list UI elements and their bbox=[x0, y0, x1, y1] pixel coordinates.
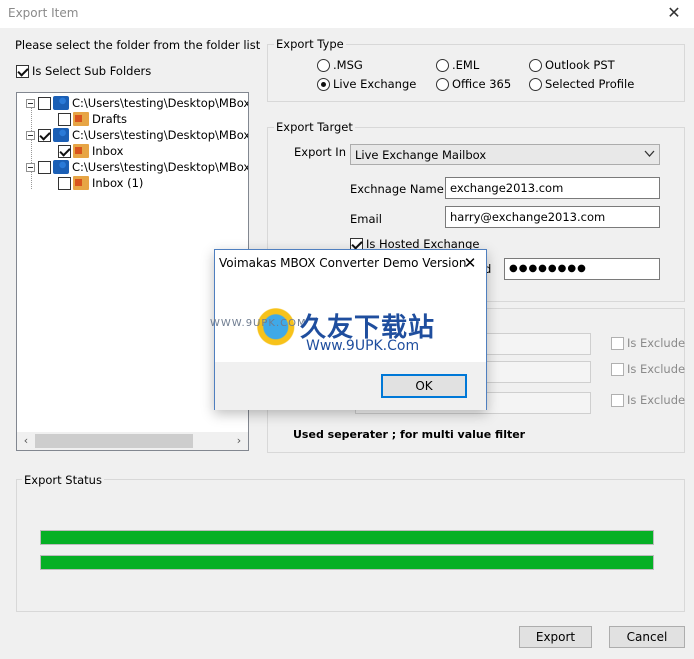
radio-eml-button[interactable] bbox=[436, 58, 449, 72]
export-in-label: Export In bbox=[294, 145, 346, 159]
dialog-footer: OK bbox=[215, 362, 486, 410]
tree-root-2[interactable]: C:\Users\testing\Desktop\MBox Files\ bbox=[26, 127, 249, 143]
watermark-www: WWW.9UPK.COM bbox=[210, 318, 307, 329]
tree-child-2[interactable]: Inbox bbox=[58, 143, 123, 159]
tree-horizontal-scrollbar[interactable]: ‹ › bbox=[17, 432, 248, 450]
title-bar: Export Item ✕ bbox=[0, 0, 694, 28]
export-in-value: Live Exchange Mailbox bbox=[355, 148, 487, 162]
password-field[interactable]: ●●●●●●●● bbox=[504, 258, 660, 280]
tree-checkbox-child-1[interactable] bbox=[58, 112, 71, 126]
email-label: Email bbox=[350, 212, 382, 226]
close-icon[interactable]: ✕ bbox=[664, 3, 684, 23]
tree-child-3[interactable]: Inbox (1) bbox=[58, 175, 143, 191]
window-title: Export Item bbox=[8, 6, 79, 20]
export-type-title: Export Type bbox=[274, 37, 346, 51]
is-exclude-row-1[interactable]: Is Exclude bbox=[611, 336, 685, 350]
scroll-left-icon[interactable]: ‹ bbox=[18, 433, 34, 449]
folder-icon bbox=[73, 144, 89, 158]
export-status-title: Export Status bbox=[22, 473, 104, 487]
radio-office365[interactable]: Office 365 bbox=[436, 77, 511, 91]
export-in-select[interactable]: Live Exchange Mailbox bbox=[350, 144, 660, 165]
is-exclude-label-3: Is Exclude bbox=[627, 393, 686, 407]
tree-label-child-2: Inbox bbox=[92, 144, 124, 158]
radio-live-exchange-button[interactable] bbox=[317, 77, 330, 91]
radio-msg-label: .MSG bbox=[333, 58, 363, 72]
radio-selected-profile-button[interactable] bbox=[529, 77, 542, 91]
watermark-logo-icon bbox=[256, 307, 300, 351]
export-type-group bbox=[267, 44, 685, 102]
export-button[interactable]: Export bbox=[519, 626, 592, 648]
is-exclude-row-3[interactable]: Is Exclude bbox=[611, 393, 685, 407]
mailbox-icon bbox=[53, 96, 69, 110]
sub-folders-checkbox[interactable] bbox=[16, 64, 29, 78]
radio-pst-button[interactable] bbox=[529, 58, 542, 72]
tree-checkbox-root-2[interactable] bbox=[38, 128, 51, 142]
tree-label-root-3: C:\Users\testing\Desktop\MBox Files\ bbox=[72, 160, 249, 174]
radio-msg[interactable]: .MSG bbox=[317, 58, 363, 72]
collapse-icon[interactable] bbox=[26, 162, 35, 172]
exchange-name-label: Exchnage Name bbox=[350, 182, 444, 196]
tree-label-root-1: C:\Users\testing\Desktop\MBox Files\ bbox=[72, 96, 249, 110]
radio-selected-profile[interactable]: Selected Profile bbox=[529, 77, 634, 91]
folder-instruction: Please select the folder from the folder… bbox=[15, 38, 261, 52]
radio-office365-label: Office 365 bbox=[452, 77, 512, 91]
scroll-right-icon[interactable]: › bbox=[231, 433, 247, 449]
email-field[interactable]: harry@exchange2013.com bbox=[445, 206, 660, 228]
mailbox-icon bbox=[53, 128, 69, 142]
export-target-title: Export Target bbox=[274, 120, 355, 134]
tree-root-3[interactable]: C:\Users\testing\Desktop\MBox Files\ bbox=[26, 159, 249, 175]
watermark-url: Www.9UPK.Com bbox=[306, 338, 420, 354]
is-exclude-checkbox-3[interactable] bbox=[611, 393, 624, 407]
tree-child-1[interactable]: Drafts bbox=[58, 111, 127, 127]
dialog-close-icon[interactable]: ✕ bbox=[460, 253, 480, 273]
folder-icon bbox=[73, 112, 89, 126]
tree-root-1[interactable]: C:\Users\testing\Desktop\MBox Files\ bbox=[26, 95, 249, 111]
is-exclude-row-2[interactable]: Is Exclude bbox=[611, 362, 685, 376]
is-exclude-checkbox-1[interactable] bbox=[611, 336, 624, 350]
radio-pst-label: Outlook PST bbox=[545, 58, 615, 72]
is-exclude-label-2: Is Exclude bbox=[627, 362, 686, 376]
tree-label-child-1: Drafts bbox=[92, 112, 127, 126]
tree-checkbox-child-2[interactable] bbox=[58, 144, 71, 158]
tree-label-root-2: C:\Users\testing\Desktop\MBox Files\ bbox=[72, 128, 249, 142]
ok-button[interactable]: OK bbox=[381, 374, 467, 398]
export-status-group bbox=[16, 479, 685, 612]
radio-live-exchange-label: Live Exchange bbox=[333, 77, 417, 91]
radio-pst[interactable]: Outlook PST bbox=[529, 58, 615, 72]
tree-checkbox-root-1[interactable] bbox=[38, 96, 51, 110]
radio-msg-button[interactable] bbox=[317, 58, 330, 72]
tree-checkbox-root-3[interactable] bbox=[38, 160, 51, 174]
separator-note: Used seperater ; for multi value filter bbox=[293, 428, 526, 441]
radio-selected-profile-label: Selected Profile bbox=[545, 77, 635, 91]
tree-label-child-3: Inbox (1) bbox=[92, 176, 144, 190]
collapse-icon[interactable] bbox=[26, 130, 35, 140]
mailbox-icon bbox=[53, 160, 69, 174]
sub-folders-checkbox-row[interactable]: Is Select Sub Folders bbox=[16, 64, 151, 78]
sub-folders-label: Is Select Sub Folders bbox=[32, 64, 152, 78]
is-exclude-label-1: Is Exclude bbox=[627, 336, 686, 350]
progress-bar-2 bbox=[40, 555, 654, 570]
tree-connector bbox=[31, 107, 32, 189]
tree-checkbox-child-3[interactable] bbox=[58, 176, 71, 190]
chevron-down-icon bbox=[644, 150, 655, 157]
collapse-icon[interactable] bbox=[26, 98, 35, 108]
radio-eml[interactable]: .EML bbox=[436, 58, 479, 72]
folder-icon bbox=[73, 176, 89, 190]
scroll-thumb[interactable] bbox=[35, 434, 193, 448]
radio-live-exchange[interactable]: Live Exchange bbox=[317, 77, 416, 91]
cancel-button[interactable]: Cancel bbox=[609, 626, 685, 648]
is-exclude-checkbox-2[interactable] bbox=[611, 362, 624, 376]
dialog-title: Voimakas MBOX Converter Demo Version bbox=[219, 256, 467, 270]
exchange-name-field[interactable]: exchange2013.com bbox=[445, 177, 660, 199]
radio-eml-label: .EML bbox=[452, 58, 480, 72]
radio-office365-button[interactable] bbox=[436, 77, 449, 91]
progress-bar-1 bbox=[40, 530, 654, 545]
